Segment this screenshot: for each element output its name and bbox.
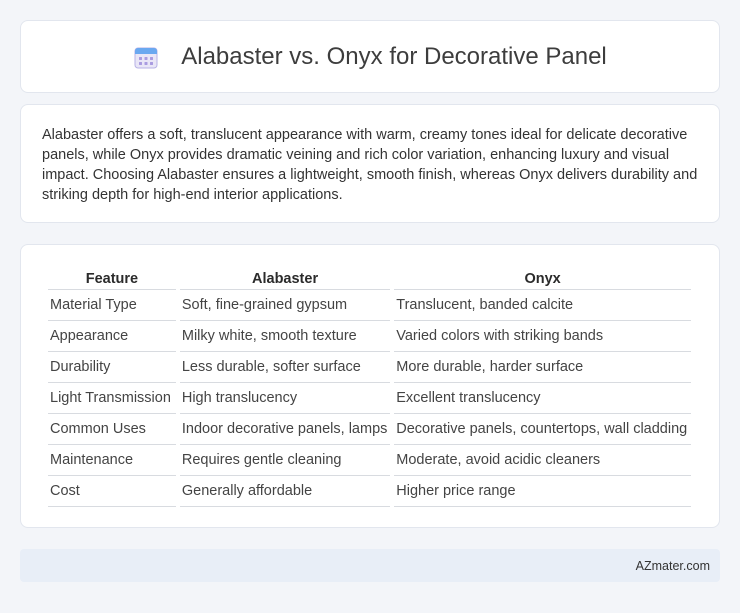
feature-cell: Durability (48, 352, 176, 383)
alabaster-cell: Less durable, softer surface (179, 352, 391, 383)
title-card: Alabaster vs. Onyx for Decorative Panel (20, 20, 720, 93)
alabaster-cell: Requires gentle cleaning (179, 445, 391, 476)
feature-cell: Material Type (48, 290, 176, 321)
header-alabaster: Alabaster (179, 265, 391, 290)
feature-cell: Cost (48, 476, 176, 507)
feature-cell: Common Uses (48, 414, 176, 445)
onyx-cell: Varied colors with striking bands (394, 321, 691, 352)
feature-cell: Appearance (48, 321, 176, 352)
footer-site-link[interactable]: AZmater.com (636, 559, 710, 573)
comparison-table-card: Feature Alabaster Onyx Material Type Sof… (20, 244, 720, 528)
table-row: Cost Generally affordable Higher price r… (48, 476, 691, 507)
onyx-cell: More durable, harder surface (394, 352, 691, 383)
table-row: Common Uses Indoor decorative panels, la… (48, 414, 691, 445)
summary-text: Alabaster offers a soft, translucent app… (42, 127, 698, 203)
alabaster-cell: Indoor decorative panels, lamps (179, 414, 391, 445)
alabaster-cell: Milky white, smooth texture (179, 321, 391, 352)
onyx-cell: Translucent, banded calcite (394, 290, 691, 321)
calendar-icon (133, 44, 159, 70)
table-row: Light Transmission High translucency Exc… (48, 383, 691, 414)
feature-cell: Maintenance (48, 445, 176, 476)
table-row: Maintenance Requires gentle cleaning Mod… (48, 445, 691, 476)
header-onyx: Onyx (394, 265, 691, 290)
alabaster-cell: Soft, fine-grained gypsum (179, 290, 391, 321)
onyx-cell: Excellent translucency (394, 383, 691, 414)
table-row: Durability Less durable, softer surface … (48, 352, 691, 383)
table-row: Appearance Milky white, smooth texture V… (48, 321, 691, 352)
page-title: Alabaster vs. Onyx for Decorative Panel (181, 42, 607, 70)
onyx-cell: Decorative panels, countertops, wall cla… (394, 414, 691, 445)
header-feature: Feature (48, 265, 176, 290)
summary-card: Alabaster offers a soft, translucent app… (20, 104, 720, 223)
table-header-row: Feature Alabaster Onyx (48, 265, 691, 290)
alabaster-cell: Generally affordable (179, 476, 391, 507)
onyx-cell: Higher price range (394, 476, 691, 507)
feature-cell: Light Transmission (48, 383, 176, 414)
table-row: Material Type Soft, fine-grained gypsum … (48, 290, 691, 321)
footer: AZmater.com (20, 549, 720, 582)
comparison-table: Feature Alabaster Onyx Material Type Sof… (44, 265, 695, 507)
onyx-cell: Moderate, avoid acidic cleaners (394, 445, 691, 476)
alabaster-cell: High translucency (179, 383, 391, 414)
